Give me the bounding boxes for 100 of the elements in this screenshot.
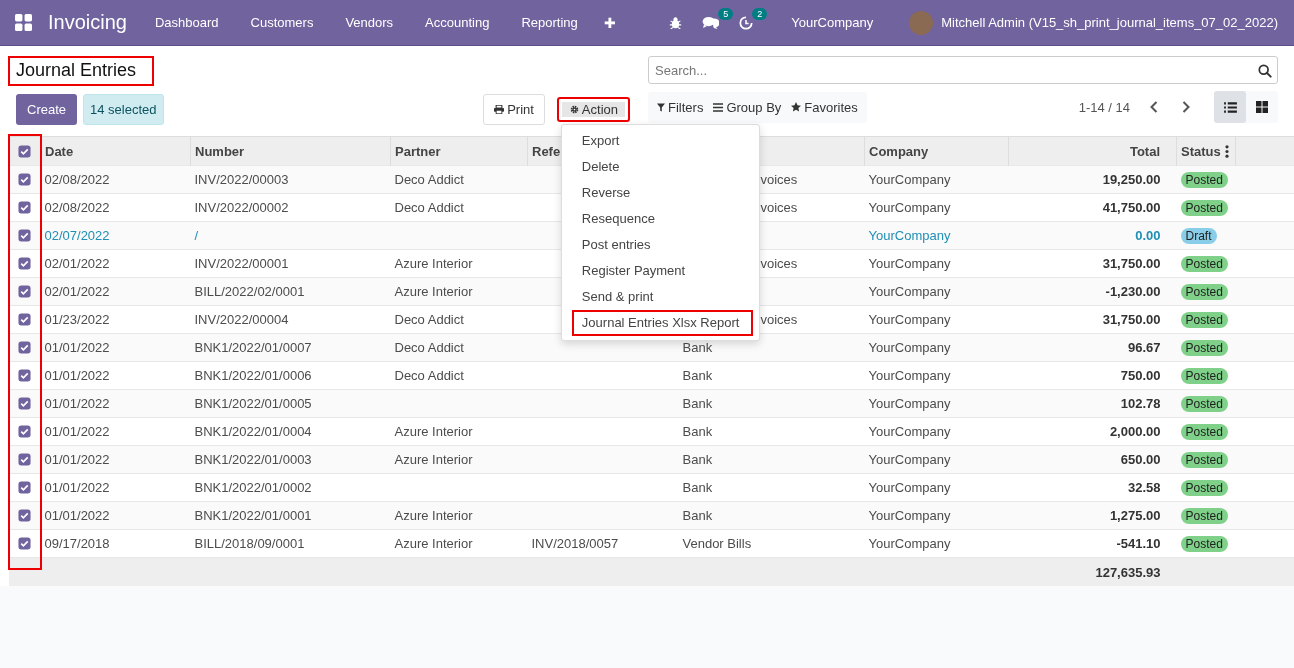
table-cell: BNK1/2022/01/0003 xyxy=(194,452,312,467)
dropdown-item[interactable]: Journal Entries Xlsx Report xyxy=(571,310,753,336)
list-view-button[interactable] xyxy=(1214,91,1246,123)
checkbox[interactable] xyxy=(18,397,31,410)
status-badge: Posted xyxy=(1180,367,1228,384)
checkbox[interactable] xyxy=(18,481,31,494)
table-cell: 96.67 xyxy=(1127,340,1161,355)
table-cell: BNK1/2022/01/0002 xyxy=(194,480,312,495)
more-options-icon[interactable] xyxy=(1224,145,1229,158)
checkbox[interactable] xyxy=(18,341,31,354)
table-cell: 31,750.00 xyxy=(1102,256,1161,271)
dropdown-item[interactable]: Resequence xyxy=(561,206,753,233)
column-header[interactable]: Refe xyxy=(532,143,561,159)
checkbox[interactable] xyxy=(18,257,31,270)
table-cell: 32.58 xyxy=(1127,480,1161,495)
table-cell: Deco Addict xyxy=(394,312,464,327)
status-badge: Posted xyxy=(1180,199,1228,216)
table-cell: INV/2022/00004 xyxy=(194,312,289,327)
checkbox[interactable] xyxy=(18,229,31,242)
group-by-button[interactable]: Group By xyxy=(708,93,787,121)
create-button[interactable]: Create xyxy=(16,93,78,125)
add-button[interactable]: ✚ xyxy=(593,14,626,31)
table-cell: Deco Addict xyxy=(394,368,464,383)
previous-page-icon[interactable] xyxy=(1150,101,1158,113)
message-count-badge: 5 xyxy=(718,8,734,20)
menu-item[interactable]: Vendors xyxy=(329,15,410,30)
next-page-icon[interactable] xyxy=(1182,101,1190,113)
table-cell: BNK1/2022/01/0006 xyxy=(194,368,312,383)
checkbox[interactable] xyxy=(18,425,31,438)
table-cell: BNK1/2022/01/0005 xyxy=(194,396,312,411)
search-field[interactable]: Search... xyxy=(648,56,1278,84)
status-badge: Posted xyxy=(1180,339,1228,356)
table-cell: 01/23/2022 xyxy=(44,312,110,327)
table-cell: Vendor Bills xyxy=(682,536,752,551)
checkbox[interactable] xyxy=(18,144,31,158)
status-badge: Posted xyxy=(1180,395,1228,412)
column-header[interactable]: Number xyxy=(195,143,245,159)
grand-total: 127,635.93 xyxy=(1095,564,1161,580)
menu-item[interactable]: Dashboard xyxy=(138,15,235,30)
company-switcher[interactable]: YourCompany xyxy=(765,15,910,30)
action-button[interactable]: Action xyxy=(556,96,630,122)
filters-button[interactable]: Filters xyxy=(652,93,709,121)
bug-icon[interactable] xyxy=(669,16,683,29)
table-cell: YourCompany xyxy=(868,368,951,383)
table-cell: 1,275.00 xyxy=(1109,508,1161,523)
user-menu[interactable]: Mitchell Admin (V15_sh_print_journal_items_07_02_2022) xyxy=(941,15,1278,30)
table-cell: 01/01/2022 xyxy=(44,340,110,355)
dropdown-item[interactable]: Register Payment xyxy=(561,258,753,285)
avatar xyxy=(909,10,934,35)
table-cell: YourCompany xyxy=(868,536,951,551)
funnel-icon xyxy=(657,102,665,112)
table-cell: 01/01/2022 xyxy=(44,508,110,523)
checkbox[interactable] xyxy=(18,537,31,550)
checkbox[interactable] xyxy=(18,173,31,186)
checkbox[interactable] xyxy=(18,201,31,214)
table-cell: Bank xyxy=(682,340,713,355)
checkbox[interactable] xyxy=(18,453,31,466)
column-header[interactable]: Total xyxy=(1129,143,1160,159)
table-cell: YourCompany xyxy=(868,200,951,215)
checkbox[interactable] xyxy=(18,369,31,382)
column-header[interactable]: Partner xyxy=(395,143,441,159)
search-icon[interactable] xyxy=(1258,64,1272,78)
menu-item[interactable]: Reporting xyxy=(505,15,594,30)
status-badge: Draft xyxy=(1180,227,1217,244)
status-badge: Posted xyxy=(1180,311,1228,328)
table-cell: voices xyxy=(760,312,798,327)
page-title: Journal Entries xyxy=(8,56,155,86)
star-icon xyxy=(791,102,802,112)
dropdown-item[interactable]: Send & print xyxy=(561,284,753,311)
checkbox[interactable] xyxy=(18,313,31,326)
dropdown-item[interactable]: Export xyxy=(561,128,753,155)
table-cell: YourCompany xyxy=(868,172,951,187)
chat-icon[interactable] xyxy=(702,16,720,29)
menu-item[interactable]: Accounting xyxy=(409,15,506,30)
table-cell: Bank xyxy=(682,480,713,495)
checkbox[interactable] xyxy=(18,285,31,298)
dropdown-item[interactable]: Delete xyxy=(561,154,753,181)
checkbox[interactable] xyxy=(18,509,31,522)
favorites-button[interactable]: Favorites xyxy=(786,93,863,121)
table-cell: YourCompany xyxy=(868,480,951,495)
table-cell: YourCompany xyxy=(868,452,951,467)
column-header[interactable]: Date xyxy=(45,143,74,159)
table-cell: Bank xyxy=(682,452,713,467)
app-menu-icon[interactable] xyxy=(15,14,32,31)
table-cell: BNK1/2022/01/0004 xyxy=(194,424,312,439)
table-cell: voices xyxy=(760,256,798,271)
table-cell: 01/01/2022 xyxy=(44,452,110,467)
status-badge: Posted xyxy=(1180,451,1228,468)
gear-icon xyxy=(569,104,579,114)
table-cell: INV/2022/00003 xyxy=(194,172,289,187)
table-cell: INV/2022/00001 xyxy=(194,256,289,271)
menu-item[interactable]: Customers xyxy=(234,15,330,30)
table-cell: 41,750.00 xyxy=(1102,200,1161,215)
dropdown-item[interactable]: Post entries xyxy=(561,232,753,259)
table-cell: 650.00 xyxy=(1120,452,1161,467)
clock-icon[interactable] xyxy=(739,15,754,30)
table-cell: BNK1/2022/01/0001 xyxy=(194,508,312,523)
dropdown-item[interactable]: Reverse xyxy=(561,180,753,207)
table-cell: 750.00 xyxy=(1120,368,1161,383)
print-button[interactable]: Print xyxy=(483,93,545,125)
